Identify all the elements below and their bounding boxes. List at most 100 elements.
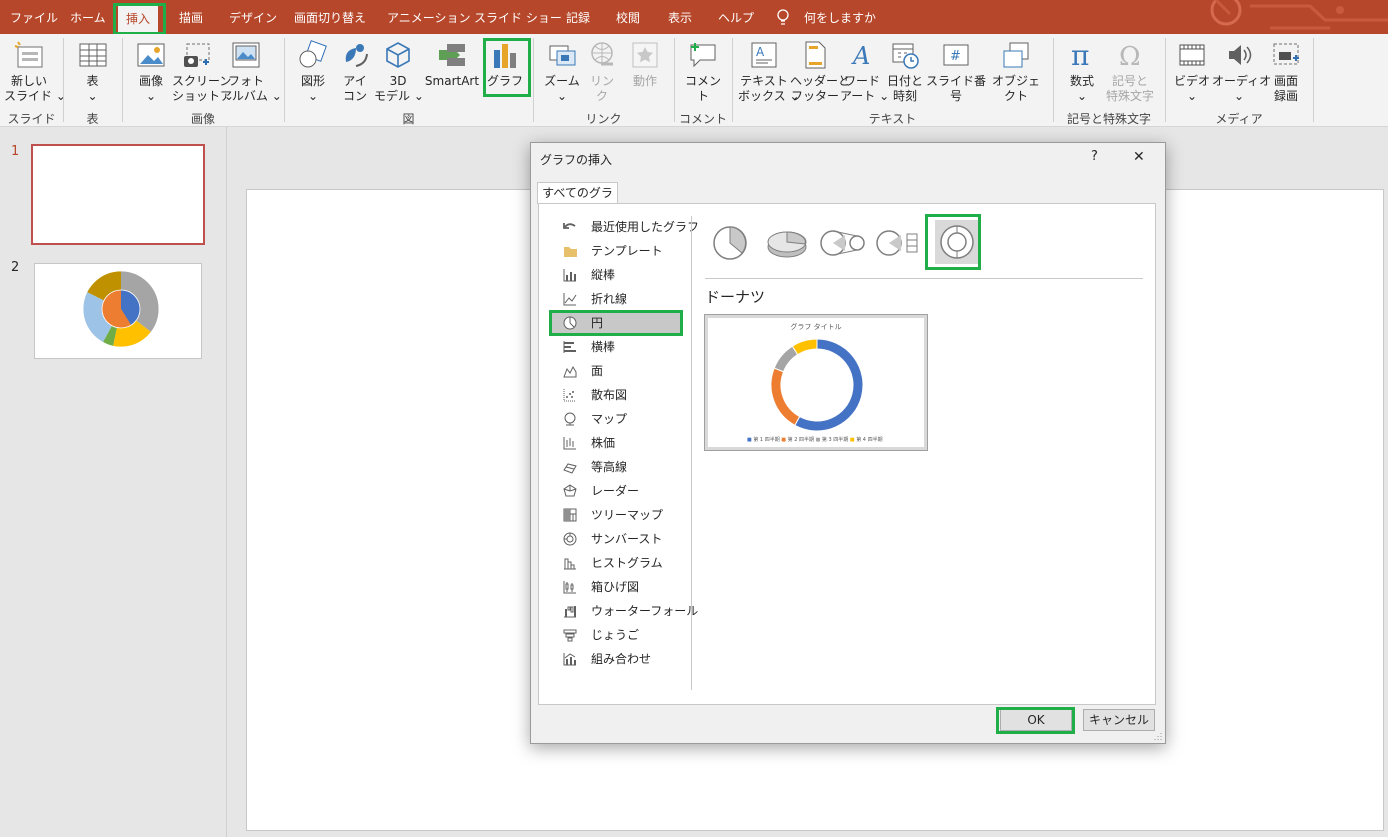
radar-chart-icon (563, 484, 577, 497)
audio-button[interactable]: オーディオ ⌄ (1212, 40, 1271, 104)
action-button[interactable]: 動作 (625, 40, 665, 89)
svg-text:π: π (1071, 40, 1089, 70)
wordart-button[interactable]: A ワード アート ⌄ (840, 40, 889, 104)
doughnut-slice (770, 367, 801, 426)
highlight-insert-tab (113, 3, 166, 35)
subtype-pie-icon[interactable] (711, 224, 749, 262)
waterfall-icon (564, 606, 576, 618)
dialog-help-button[interactable]: ? (1091, 149, 1098, 164)
link-globe-icon (591, 42, 613, 66)
category-label: ウォーターフォール (591, 604, 699, 618)
shapes-icon (299, 40, 327, 68)
textbox-button[interactable]: A テキスト ボックス ⌄ (738, 40, 800, 104)
sunburst-thumbnail-icon (82, 270, 160, 348)
textbox-icon: A (751, 42, 777, 68)
cancel-button[interactable]: キャンセル (1083, 709, 1155, 731)
tell-me-search[interactable]: 何をしますか (804, 0, 876, 34)
category-label: マップ (591, 412, 628, 426)
screenshot-button[interactable]: スクリーン ショット ⌄ (172, 40, 234, 104)
circuit-decoration-icon (1210, 0, 1388, 30)
shapes-label: 図形 ⌄ (300, 74, 325, 103)
slide-thumbnail-1[interactable] (31, 144, 205, 245)
subtype-bar-of-pie-icon[interactable] (875, 226, 923, 260)
menu-bar: ファイル ホーム 挿入 描画 デザイン 画面切り替え アニメーション スライド … (0, 0, 1388, 34)
menu-design[interactable]: デザイン (229, 0, 277, 34)
column-chart-icon (563, 269, 576, 282)
group-label-tables: 表 (86, 112, 99, 126)
menu-review[interactable]: 校閲 (616, 0, 640, 34)
menu-view[interactable]: 表示 (668, 0, 692, 34)
icons-button[interactable]: アイ コン (336, 40, 374, 104)
group-label-text: テキスト (868, 112, 917, 126)
category-label: 組み合わせ (591, 652, 652, 666)
menu-animations[interactable]: アニメーション (387, 0, 471, 34)
video-button[interactable]: ビデオ ⌄ (1172, 40, 1212, 104)
3d-models-label: 3D モデル ⌄ (374, 74, 424, 103)
new-slide-button[interactable]: 新しい スライド ⌄ (4, 40, 66, 104)
group-label-symbols: 記号と特殊文字 (1066, 112, 1151, 126)
category-label: 散布図 (591, 388, 628, 402)
object-button[interactable]: オブジェクト (988, 40, 1044, 104)
menu-file[interactable]: ファイル (10, 0, 58, 34)
category-label: ヒストグラム (591, 556, 663, 570)
dialog-title: グラフの挿入 (540, 153, 613, 167)
subtype-3d-pie-icon[interactable] (765, 228, 809, 262)
tab-all-charts[interactable]: すべてのグラフ (537, 182, 618, 221)
date-time-button[interactable]: 日付と 時刻 (885, 40, 925, 104)
legend-item: 第 3 四半期 (821, 437, 849, 443)
action-star-icon (632, 42, 658, 68)
screen-recording-button[interactable]: 画面 録画 (1266, 40, 1306, 104)
subtype-pie-of-pie-icon[interactable] (819, 226, 867, 260)
comment-button[interactable]: コメント (680, 40, 726, 104)
category-label: 縦棒 (591, 268, 616, 282)
undo-arrow-icon (563, 223, 576, 229)
wordart-label: ワード アート ⌄ (840, 74, 890, 103)
doughnut-slice (794, 338, 864, 432)
menu-help[interactable]: ヘルプ (718, 0, 754, 34)
photo-album-button[interactable]: フォト アルバム ⌄ (220, 40, 282, 104)
highlight-pie-category (549, 310, 683, 336)
menu-transitions[interactable]: 画面切り替え (294, 0, 366, 34)
icons-label: アイ コン (342, 74, 367, 103)
doughnut-slice (791, 338, 818, 356)
slide-number-button[interactable]: # スライド番号 (925, 40, 987, 104)
slide-thumbnail-2[interactable] (34, 263, 202, 359)
bar-chart-icon (563, 341, 576, 353)
smartart-button[interactable]: SmartArt (423, 40, 481, 89)
dialog-close-button[interactable]: ✕ (1133, 149, 1145, 165)
highlight-ok-button (996, 707, 1075, 734)
table-button[interactable]: 表 ⌄ (70, 40, 115, 104)
link-button[interactable]: リン ク (585, 40, 619, 104)
equation-button[interactable]: π 数式 ⌄ (1062, 40, 1102, 104)
chart-preview[interactable]: グラフ タイトル ■ 第 1 四半期 ■ 第 2 四半期 ■ 第 3 四半期 ■… (704, 314, 928, 451)
calendar-clock-icon (892, 43, 919, 69)
header-footer-button[interactable]: ヘッダーと フッター (790, 40, 850, 104)
picture-icon (137, 43, 165, 67)
equation-label: 数式 ⌄ (1069, 74, 1094, 103)
menu-slideshow[interactable]: スライド ショー (474, 0, 562, 34)
symbol-button[interactable]: Ω 記号と 特殊文字 (1102, 40, 1158, 104)
3d-models-button[interactable]: 3D モデル ⌄ (374, 40, 424, 104)
screen-record-icon (1273, 43, 1299, 65)
treemap-icon (563, 508, 577, 522)
new-slide-icon (14, 41, 43, 68)
menu-home[interactable]: ホーム (70, 0, 106, 34)
category-label: レーダー (591, 484, 640, 498)
stock-chart-icon (563, 437, 576, 450)
menu-draw[interactable]: 描画 (179, 0, 203, 34)
menu-record[interactable]: 記録 (566, 0, 590, 34)
zoom-label: ズーム ⌄ (544, 74, 580, 103)
slide-number-2: 2 (11, 260, 20, 275)
picture-button[interactable]: 画像 ⌄ (130, 40, 172, 104)
category-label: 最近使用したグラフ (591, 220, 700, 234)
video-label: ビデオ ⌄ (1173, 74, 1210, 103)
area-chart-icon (563, 365, 577, 378)
shapes-button[interactable]: 図形 ⌄ (293, 40, 333, 104)
resize-grip-icon[interactable] (1152, 730, 1162, 740)
comment-label: コメント (684, 74, 721, 103)
group-label-illustrations: 図 (402, 112, 415, 126)
zoom-button[interactable]: ズーム ⌄ (540, 40, 584, 104)
zoom-icon (549, 45, 576, 66)
highlight-doughnut-subtype (925, 214, 981, 270)
ribbon: 新しい スライド ⌄ 表 ⌄ 画像 ⌄ スクリーン ショット ⌄ フォト アルバ… (0, 34, 1388, 127)
